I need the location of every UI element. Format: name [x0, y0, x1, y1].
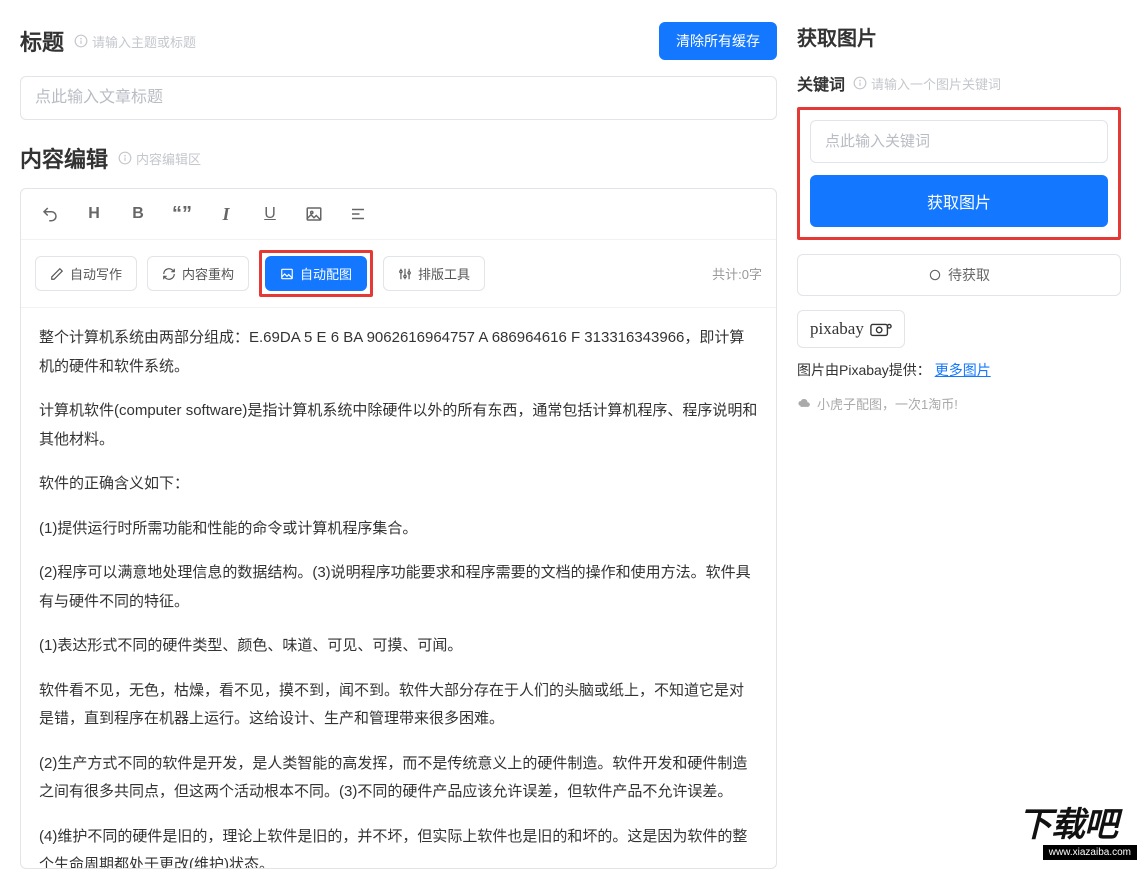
- fetch-status-text: 待获取: [948, 265, 990, 285]
- camera-icon: [870, 321, 892, 337]
- image-credit: 图片由Pixabay提供： 更多图片: [797, 360, 1121, 380]
- undo-icon[interactable]: [35, 199, 65, 229]
- keyword-highlight-box: 获取图片: [797, 107, 1121, 240]
- info-icon: [74, 34, 88, 48]
- auto-write-label: 自动写作: [70, 264, 122, 283]
- keyword-hint-text: 请输入一个图片关键词: [871, 74, 1001, 93]
- auto-image-highlight: 自动配图: [259, 250, 373, 297]
- content-paragraph: 软件看不见，无色，枯燥，看不见，摸不到，闻不到。软件大部分存在于人们的头脑或纸上…: [39, 677, 758, 734]
- picture-icon: [280, 267, 294, 281]
- watermark-logo: 下载吧: [1018, 797, 1117, 846]
- italic-icon[interactable]: I: [211, 199, 241, 229]
- editor-content[interactable]: 整个计算机系统由两部分组成：E.69DA 5 E 6 BA 9062616964…: [21, 308, 776, 868]
- title-header-row: 标题 请输入主题或标题 清除所有缓存: [20, 22, 777, 60]
- keyword-header: 关键词 请输入一个图片关键词: [797, 71, 1121, 95]
- tip-row: 小虎子配图，一次1淘币!: [797, 394, 1121, 413]
- layout-tool-label: 排版工具: [418, 264, 470, 283]
- sliders-icon: [398, 267, 412, 281]
- circle-icon: [928, 268, 942, 282]
- heading-icon[interactable]: H: [79, 199, 109, 229]
- title-section-hint: 请输入主题或标题: [74, 32, 196, 51]
- info-icon: [853, 76, 867, 90]
- pixabay-label: pixabay: [810, 319, 864, 339]
- content-paragraph: (1)提供运行时所需功能和性能的命令或计算机程序集合。: [39, 515, 758, 544]
- keyword-input[interactable]: [810, 120, 1108, 163]
- main-column: 标题 请输入主题或标题 清除所有缓存 内容编辑 内容编辑区 H B “”: [20, 22, 777, 860]
- refresh-icon: [162, 267, 176, 281]
- more-images-link[interactable]: 更多图片: [935, 362, 991, 378]
- align-icon[interactable]: [343, 199, 373, 229]
- layout-tool-button[interactable]: 排版工具: [383, 256, 485, 291]
- editor-panel: H B “” I U 自动写作 内容重构: [20, 188, 777, 869]
- content-paragraph: 软件的正确含义如下：: [39, 470, 758, 499]
- sidebar-title: 获取图片: [797, 22, 1121, 51]
- title-section-label: 标题: [20, 25, 64, 57]
- content-paragraph: 整个计算机系统由两部分组成：E.69DA 5 E 6 BA 9062616964…: [39, 324, 758, 381]
- content-paragraph: 计算机软件(computer software)是指计算机系统中除硬件以外的所有…: [39, 397, 758, 454]
- editor-hint-text: 内容编辑区: [136, 149, 201, 168]
- content-paragraph: (4)维护不同的硬件是旧的，理论上软件是旧的，并不坏，但实际上软件也是旧的和坏的…: [39, 823, 758, 869]
- word-count: 共计:0字: [712, 264, 762, 283]
- editor-section-hint: 内容编辑区: [118, 149, 201, 168]
- action-toolbar: 自动写作 内容重构 自动配图 排版工具 共计:0字: [21, 240, 776, 308]
- content-paragraph: (1)表达形式不同的硬件类型、颜色、味道、可见、可摸、可闻。: [39, 632, 758, 661]
- fetch-image-button[interactable]: 获取图片: [810, 175, 1108, 227]
- article-title-input[interactable]: [20, 76, 777, 120]
- info-icon: [118, 151, 132, 165]
- tip-text: 小虎子配图，一次1淘币!: [817, 394, 958, 413]
- keyword-hint: 请输入一个图片关键词: [853, 74, 1001, 93]
- restructure-label: 内容重构: [182, 264, 234, 283]
- image-sidebar: 获取图片 关键词 请输入一个图片关键词 获取图片 待获取 pixabay 图片由…: [797, 22, 1137, 860]
- auto-write-button[interactable]: 自动写作: [35, 256, 137, 291]
- quote-icon[interactable]: “”: [167, 199, 197, 229]
- credit-prefix: 图片由Pixabay提供：: [797, 362, 931, 378]
- keyword-label: 关键词: [797, 71, 845, 95]
- watermark-url: www.xiazaiba.com: [1043, 845, 1137, 860]
- underline-icon[interactable]: U: [255, 199, 285, 229]
- format-toolbar: H B “” I U: [21, 189, 776, 240]
- restructure-button[interactable]: 内容重构: [147, 256, 249, 291]
- pixabay-badge: pixabay: [797, 310, 905, 348]
- content-paragraph: (2)程序可以满意地处理信息的数据结构。(3)说明程序功能要求和程序需要的文档的…: [39, 559, 758, 616]
- pencil-icon: [50, 267, 64, 281]
- clear-cache-button[interactable]: 清除所有缓存: [659, 22, 777, 60]
- title-hint-text: 请输入主题或标题: [92, 32, 196, 51]
- content-paragraph: (2)生产方式不同的软件是开发，是人类智能的高发挥，而不是传统意义上的硬件制造。…: [39, 750, 758, 807]
- fetch-status: 待获取: [797, 254, 1121, 296]
- image-icon[interactable]: [299, 199, 329, 229]
- editor-section-label: 内容编辑: [20, 142, 108, 174]
- auto-image-button[interactable]: 自动配图: [265, 256, 367, 291]
- auto-image-label: 自动配图: [300, 264, 352, 283]
- cloud-icon: [797, 397, 811, 411]
- bold-icon[interactable]: B: [123, 199, 153, 229]
